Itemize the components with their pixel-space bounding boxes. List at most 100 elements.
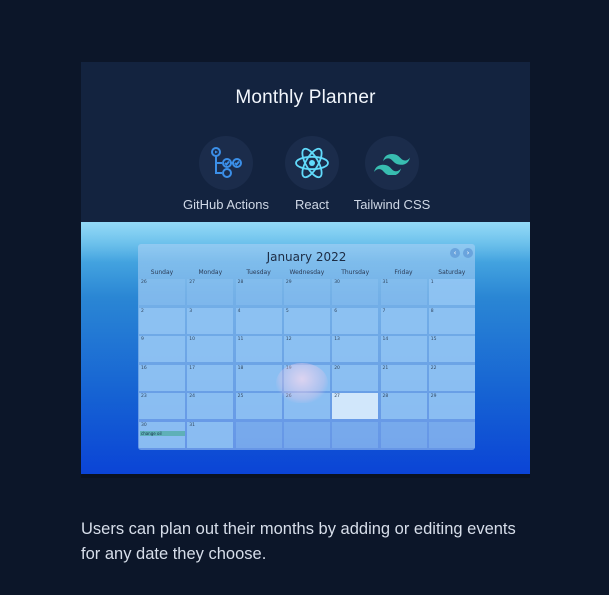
day-number: 29 [285,280,292,285]
weekday-label: Tuesday [246,269,271,276]
calendar-day-cell[interactable] [428,421,475,448]
day-number: 20 [334,365,340,371]
day-number: 25 [237,394,244,399]
day-number: 14 [382,337,389,342]
github-actions-icon [211,147,242,178]
calendar-day-cell[interactable] [283,421,330,448]
calendar-day-cell[interactable]: 21 [380,364,427,391]
calendar-day-cell[interactable]: 23 [139,393,185,419]
day-number: 12 [285,337,292,342]
calendar-day-cell[interactable]: 2 [139,307,185,334]
calendar-day-cell[interactable]: 30 change oil [139,421,185,448]
day-number: 3 [189,308,193,314]
calendar-day-cell[interactable]: 28 [235,279,282,305]
project-description: Users can plan out their months by addin… [81,520,516,563]
tech-stack: GitHub Actions React Tailwind CSS [81,136,530,216]
calendar-day-cell[interactable]: 27 [187,279,234,305]
day-number: 6 [334,308,338,314]
day-number: 13 [334,337,340,342]
calendar: January 2022 ‹ › Sunday Monday Tuesday Wedn… [138,244,475,450]
calendar-day-cell[interactable]: 22 [428,364,475,391]
calendar-day-cell[interactable]: 14 [380,336,427,362]
calendar-day-cell[interactable]: 28 [380,393,427,419]
calendar-day-cell[interactable]: 24 [187,393,234,419]
calendar-day-cell[interactable]: 30 [332,279,379,305]
day-number: 28 [382,394,389,399]
day-number: 27 [189,280,196,285]
project-screenshot: January 2022 ‹ › Sunday Monday Tuesday Wedn… [81,222,530,474]
day-number: 2 [141,308,144,314]
day-number: 10 [189,337,196,342]
weekday-label: Thursday [341,269,370,276]
project-title: Monthly Planner [235,87,376,108]
tailwind-icon [374,154,410,175]
calendar-title: January 2022 [266,250,347,264]
day-number: 26 [141,280,147,285]
chevron-right-icon[interactable]: › [463,248,473,258]
weekday-label: Friday [394,269,413,276]
weekday-label: Monday [198,269,223,276]
day-number: 30 [334,280,340,285]
day-number: 11 [237,337,244,342]
calendar-day-cell[interactable] [380,421,427,448]
calendar-day-cell[interactable]: 29 [283,279,330,305]
calendar-day-cell[interactable]: 18 [235,364,282,391]
calendar-day-cell[interactable]: 31 [187,421,234,448]
calendar-day-cell[interactable]: 7 [380,307,427,334]
calendar-day-cell[interactable]: 31 [380,279,427,305]
weekday-header: Sunday Monday Tuesday Wednesday Thursday Frid… [138,269,475,279]
tech-tailwind: Tailwind CSS [337,136,447,212]
day-number: 28 [237,280,244,285]
day-number: 16 [141,365,147,371]
day-number: 5 [285,308,289,314]
calendar-day-cell[interactable]: 13 [332,336,379,362]
day-number: 29 [430,394,437,399]
day-number: 22 [430,365,437,371]
calendar-day-cell[interactable]: 25 [235,393,282,419]
calendar-day-cell[interactable] [235,421,282,448]
calendar-day-cell[interactable]: 29 [428,393,475,419]
calendar-day-cell[interactable]: 1 [428,279,475,305]
weekday-label: Sunday [150,269,174,276]
calendar-day-cell[interactable]: 16 [139,364,185,391]
tech-label: Tailwind CSS [353,197,431,212]
day-number: 17 [189,365,196,371]
day-number: 7 [382,308,386,314]
calendar-day-cell[interactable]: 11 [235,336,282,362]
calendar-day-cell[interactable]: 6 [332,307,379,334]
calendar-day-cell[interactable]: 17 [187,364,234,391]
calendar-day-cell[interactable]: 4 [235,307,282,334]
react-icon [295,147,329,179]
day-number: 27 [334,394,340,399]
calendar-event[interactable]: change oil [140,430,185,436]
chevron-left-icon[interactable]: ‹ [450,248,460,258]
day-number: 9 [141,337,144,342]
day-number: 21 [382,365,389,371]
day-number: 23 [141,394,147,399]
weekday-label: Saturday [438,269,466,276]
project-card: Monthly Planner GitHub Actions React Tai… [81,62,530,474]
calendar-day-cell[interactable]: 20 [332,364,379,391]
day-number: 15 [430,337,437,342]
calendar-day-cell[interactable]: 9 [139,336,185,362]
day-number: 31 [189,422,196,428]
calendar-day-cell[interactable]: 26 [139,279,185,305]
day-number: 24 [189,394,196,399]
day-number: 4 [237,308,241,314]
day-number: 31 [382,280,389,285]
calendar-day-cell[interactable]: 3 [187,307,234,334]
calendar-day-cell[interactable]: 15 [428,336,475,362]
calendar-day-cell[interactable]: 8 [428,307,475,334]
calendar-day-cell[interactable]: 10 [187,336,234,362]
calendar-grid: 2627282930311234567891011121314151617181… [138,279,475,450]
calendar-day-cell[interactable]: 5 [283,307,330,334]
day-number: 8 [430,308,434,314]
calendar-day-cell[interactable]: 12 [283,336,330,362]
day-number: 18 [237,365,244,371]
weekday-label: Wednesday [289,269,325,276]
calendar-day-cell[interactable] [332,421,379,448]
day-number: 30 [141,422,147,428]
day-number: 1 [430,280,434,285]
calendar-day-cell[interactable]: 27 [332,393,379,419]
jellyfish-image [276,363,328,403]
